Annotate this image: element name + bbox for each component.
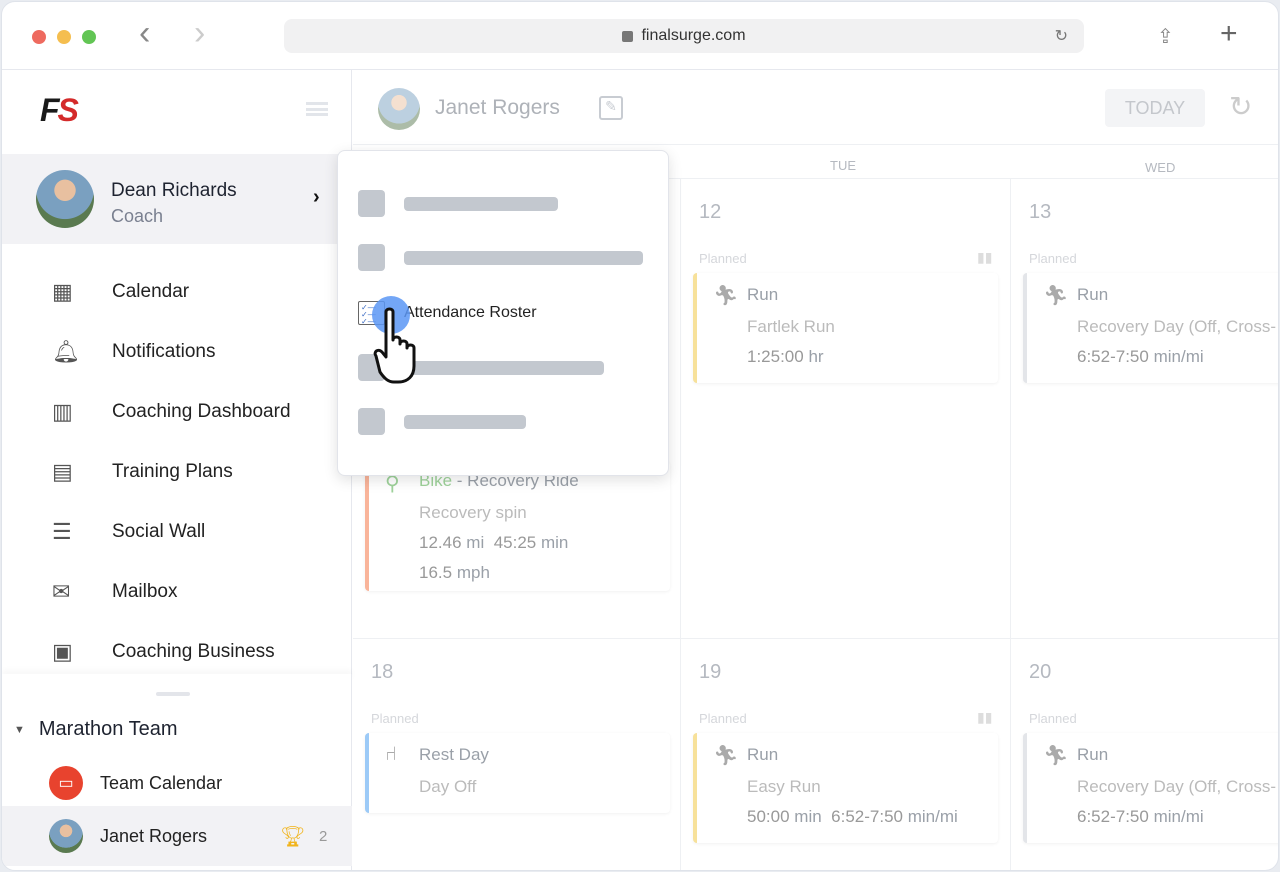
menu-item-icon-placeholder[interactable] <box>358 408 385 435</box>
sidebar-item-coaching-dashboard[interactable]: ▥ Coaching Dashboard <box>2 382 352 442</box>
drag-handle[interactable] <box>156 692 190 696</box>
team-calendar-icon: ▭ <box>49 766 83 800</box>
team-calendar-item[interactable]: ▭ Team Calendar <box>2 758 352 808</box>
day-cell[interactable]: 19 Planned ▮▮ 🏃︎ Run Easy Run 50:00 min … <box>681 639 1011 870</box>
workout-card[interactable]: 🏃︎ Run Recovery Day (Off, Cross- 6:52-7:… <box>1023 733 1278 843</box>
stats-icon[interactable]: ▮▮ <box>977 709 992 726</box>
menu-item-placeholder[interactable] <box>404 415 526 429</box>
sidebar-item-label: Mailbox <box>112 581 178 602</box>
minimize-window-button[interactable] <box>57 30 71 44</box>
new-tab-button[interactable]: + <box>1220 17 1238 51</box>
run-icon: 🏃︎ <box>713 745 739 767</box>
browser-toolbar: ‹ › finalsurge.com ↻ ⇪ + <box>2 2 1278 70</box>
hamburger-menu-icon[interactable] <box>306 102 328 116</box>
workout-card[interactable]: 🏃︎ Run Fartlek Run 1:25:00 hr <box>693 273 998 383</box>
maximize-window-button[interactable] <box>82 30 96 44</box>
wall-icon: ☰ <box>52 519 72 544</box>
menu-item-icon-placeholder[interactable] <box>358 244 385 271</box>
workout-card[interactable]: ⑁ Rest Day Day Off <box>365 733 670 813</box>
finalsurge-logo[interactable]: FS <box>40 92 79 129</box>
reload-icon[interactable]: ↻ <box>1055 26 1068 46</box>
avatar <box>36 170 94 228</box>
workout-card[interactable]: 🏃︎ Run Recovery Day (Off, Cross- 6:52-7:… <box>1023 273 1278 383</box>
sidebar-item-calendar[interactable]: ▦ Calendar <box>2 262 352 322</box>
bell-icon: 🔔︎ <box>52 339 80 364</box>
today-button[interactable]: TODAY <box>1105 89 1205 127</box>
trophy-icon: 🏆︎ <box>280 825 306 848</box>
stats-icon[interactable]: ▮▮ <box>977 249 992 266</box>
profile-name: Dean Richards <box>111 180 237 201</box>
member-avatar <box>49 819 83 853</box>
profile-switcher[interactable]: Dean Richards Coach › <box>2 154 352 244</box>
team-header[interactable]: ▼ Marathon Team <box>14 718 177 741</box>
menu-item-icon-placeholder[interactable] <box>358 190 385 217</box>
run-icon: 🏃︎ <box>1043 285 1069 307</box>
sidebar: FS Dean Richards Coach › ▦ Calendar 🔔︎ Noti… <box>2 70 352 870</box>
hand-pointer-cursor-icon <box>373 307 416 384</box>
athlete-name: Janet Rogers <box>435 96 560 119</box>
mail-icon: ✉ <box>52 579 71 604</box>
menu-item-placeholder[interactable] <box>404 197 558 211</box>
day-cell[interactable]: 20 Planned 🏃︎ Run Recovery Day (Off, Cro… <box>1011 639 1278 870</box>
browser-window: ‹ › finalsurge.com ↻ ⇪ + FS Dean Richard… <box>1 1 1279 871</box>
team-member-item[interactable]: Janet Rogers 🏆︎ 2 <box>2 806 352 866</box>
run-icon: 🏃︎ <box>1043 745 1069 767</box>
briefcase-icon: ▣ <box>52 639 73 664</box>
sidebar-item-social-wall[interactable]: ☰ Social Wall <box>2 502 352 562</box>
sidebar-item-notifications[interactable]: 🔔︎ Notifications <box>2 322 352 382</box>
refresh-icon[interactable]: ↻ <box>1229 90 1252 123</box>
profile-role: Coach <box>111 206 164 226</box>
workout-card[interactable]: ⚲ Bike - Recovery Ride Recovery spin 12.… <box>365 461 670 591</box>
trophy-count: 2 <box>319 827 328 845</box>
day-cell[interactable]: 12 Planned ▮▮ 🏃︎ Run Fartlek Run 1:25:00… <box>681 179 1011 639</box>
sidebar-item-label: Notifications <box>112 341 216 362</box>
day-cell[interactable]: 18 Planned ⑁ Rest Day Day Off <box>353 639 681 870</box>
rocking-chair-icon: ⑁ <box>385 743 397 765</box>
sidebar-item-label: Social Wall <box>112 521 206 542</box>
day-header-tue: TUE <box>830 158 856 173</box>
sidebar-item-label: Coaching Dashboard <box>112 401 291 422</box>
url-text: finalsurge.com <box>641 27 746 44</box>
sidebar-item-label: Training Plans <box>112 461 233 482</box>
bar-chart-icon: ▥ <box>52 399 73 424</box>
day-header-wed: WED <box>1145 160 1176 175</box>
day-cell[interactable]: 13 Planned 🏃︎ Run Recovery Day (Off, Cro… <box>1011 179 1278 639</box>
close-window-button[interactable] <box>32 30 46 44</box>
sidebar-item-label: Coaching Business <box>112 641 275 662</box>
lock-icon <box>622 30 634 42</box>
edit-icon[interactable]: ✎ <box>599 96 623 120</box>
sidebar-item-mailbox[interactable]: ✉ Mailbox <box>2 562 352 622</box>
sidebar-item-label: Calendar <box>112 281 190 302</box>
back-button[interactable]: ‹ <box>139 14 150 53</box>
athlete-avatar <box>378 88 420 130</box>
workout-card[interactable]: 🏃︎ Run Easy Run 50:00 min 6:52-7:50 min/… <box>693 733 998 843</box>
clipboard-icon: ▤ <box>52 459 73 484</box>
chevron-right-icon: › <box>313 186 320 208</box>
caret-down-icon: ▼ <box>14 723 25 736</box>
sidebar-item-coaching-business[interactable]: ▣ Coaching Business <box>2 622 352 682</box>
address-bar[interactable]: finalsurge.com ↻ <box>284 19 1084 53</box>
share-icon[interactable]: ⇪ <box>1157 24 1174 49</box>
forward-button[interactable]: › <box>194 14 205 53</box>
calendar-icon: ▦ <box>52 279 73 304</box>
sidebar-item-training-plans[interactable]: ▤ Training Plans <box>2 442 352 502</box>
menu-item-placeholder[interactable] <box>404 251 643 265</box>
run-icon: 🏃︎ <box>713 285 739 307</box>
